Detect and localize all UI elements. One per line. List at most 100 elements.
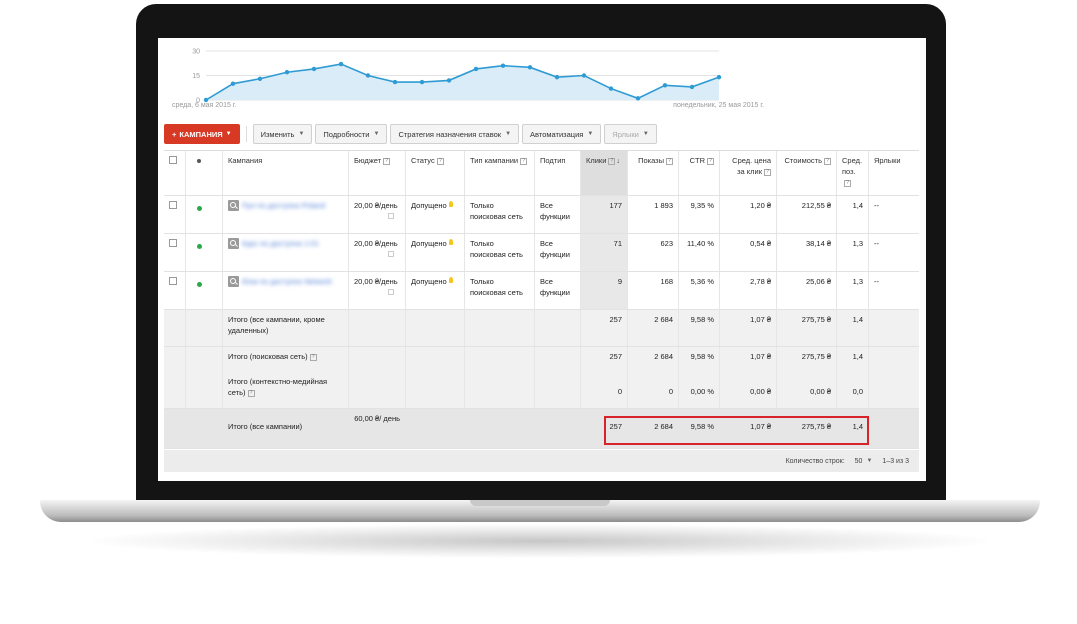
help-icon[interactable]: ? (608, 158, 616, 165)
header-subtype[interactable]: Подтип (535, 151, 581, 195)
performance-chart: 0 15 30 среда, 6 мая 2015 г. понедельник, … (158, 38, 926, 118)
header-campaign-type[interactable]: Тип кампании? (465, 151, 535, 195)
header-labels[interactable]: Ярлыки (869, 151, 919, 195)
avg-pos-cell: 1,3 (837, 234, 869, 271)
table-row[interactable]: Пул по доступно Poland 20,00 ₴/день Допу… (164, 196, 919, 234)
chart-point[interactable] (311, 66, 317, 72)
empty-cell (869, 409, 919, 448)
status-dot-icon (197, 159, 201, 163)
chart-point[interactable] (257, 76, 263, 81)
table-row[interactable]: Юни по доступно Network 20,00 ₴/день Доп… (164, 272, 919, 310)
help-icon[interactable]: ? (707, 158, 714, 165)
total-impressions: 2 684 (628, 310, 679, 346)
chevron-down-icon: ▼ (505, 131, 512, 137)
edit-button[interactable]: Изменить ▼ (252, 124, 313, 144)
table-row[interactable]: Курс по доступно 1:01 20,00 ₴/день Допущ… (164, 234, 919, 272)
new-campaign-button[interactable]: + КАМПАНИЯ ▼ (164, 124, 240, 144)
enabled-dot-icon[interactable] (197, 206, 202, 211)
help-icon[interactable]: ? (309, 354, 317, 361)
row-checkbox[interactable] (169, 201, 177, 209)
bid-strategy-button[interactable]: Стратегия назначения ставок ▼ (390, 124, 520, 144)
help-icon[interactable]: ? (764, 169, 771, 176)
chart-point[interactable] (473, 66, 479, 72)
header-avg-pos[interactable]: Сред. поз.? (837, 151, 869, 195)
header-ctr-label: CTR (689, 156, 705, 165)
header-cost[interactable]: Стоимость? (777, 151, 837, 195)
help-icon[interactable]: ? (383, 158, 391, 165)
budget-value[interactable]: 20,00 ₴/день (354, 277, 398, 286)
laptop-notch (470, 500, 610, 506)
clicks-cell: 177 (581, 196, 628, 233)
chart-point[interactable] (581, 73, 587, 78)
help-icon[interactable]: ? (520, 158, 528, 165)
table-header-row: Кампания Бюджет? Статус? Тип кампании? П… (164, 151, 919, 196)
campaign-link[interactable]: Пул по доступно Poland (242, 200, 325, 211)
rows-per-page-select[interactable]: 50 ▼ (851, 458, 877, 465)
row-checkbox[interactable] (169, 277, 177, 285)
empty-cell (406, 372, 465, 408)
header-status[interactable]: Статус? (406, 151, 465, 195)
chart-point[interactable] (419, 79, 425, 85)
header-ctr[interactable]: CTR? (679, 151, 720, 195)
chart-point[interactable] (716, 74, 722, 80)
details-button[interactable]: Подробности ▼ (315, 124, 388, 144)
enabled-dot-icon[interactable] (197, 282, 202, 287)
select-all-checkbox[interactable] (169, 156, 177, 164)
header-impressions[interactable]: Показы? (628, 151, 679, 195)
enabled-dot-icon[interactable] (197, 244, 202, 249)
header-avg-cpc[interactable]: Сред. цена за клик? (720, 151, 777, 195)
empty-cell (535, 310, 581, 346)
help-icon[interactable]: ? (824, 158, 831, 165)
header-campaign[interactable]: Кампания (223, 151, 349, 195)
labels-cell: -- (874, 239, 879, 248)
chart-point[interactable] (527, 65, 533, 70)
chart-point[interactable] (500, 63, 506, 68)
ctr-cell: 11,40 % (679, 234, 720, 271)
edit-icon[interactable] (388, 213, 394, 219)
budget-value[interactable]: 20,00 ₴/день (354, 201, 398, 210)
automation-button[interactable]: Автоматизация ▼ (522, 124, 602, 144)
chart-point[interactable] (365, 73, 371, 78)
chart-point[interactable] (392, 79, 398, 85)
chart-point[interactable] (635, 96, 641, 101)
select-all-cell (164, 151, 186, 195)
campaign-link[interactable]: Юни по доступно Network (242, 276, 332, 287)
avg-cpc-cell: 0,54 ₴ (720, 234, 777, 271)
labels-button[interactable]: Ярлыки ▼ (604, 124, 657, 144)
help-icon[interactable]: ? (666, 158, 673, 165)
chart-point[interactable] (338, 61, 344, 67)
pagination-range: 1–3 из 3 (882, 457, 909, 465)
empty-cell (186, 310, 223, 346)
labels-cell: -- (874, 201, 879, 210)
help-icon[interactable]: ? (844, 180, 851, 187)
edit-icon[interactable] (388, 289, 394, 295)
chart-point[interactable] (230, 81, 236, 86)
header-subtype-label: Подтип (540, 156, 566, 165)
rows-per-page-value: 50 (854, 457, 863, 465)
chart-point[interactable] (446, 78, 452, 83)
total-impressions: 2 684 (628, 347, 679, 372)
chart-point[interactable] (284, 70, 290, 75)
chart-point[interactable] (662, 83, 668, 88)
chart-point[interactable] (608, 86, 614, 91)
avg-cpc-cell: 1,20 ₴ (720, 196, 777, 233)
row-checkbox[interactable] (169, 239, 177, 247)
edit-icon[interactable] (388, 251, 394, 257)
total-avg-cpc: 1,07 ₴ (720, 310, 777, 346)
total-ctr: 9,58 % (679, 310, 720, 346)
campaign-link[interactable]: Курс по доступно 1:01 (242, 238, 319, 249)
help-icon[interactable]: ? (436, 158, 444, 165)
total-row: Итого (контекстно-медийная сеть)? 0 0 0,… (164, 372, 919, 409)
avg-cpc-cell: 2,78 ₴ (720, 272, 777, 309)
lightbulb-icon[interactable] (448, 277, 453, 283)
chart-point[interactable] (554, 74, 560, 80)
chart-point[interactable] (689, 84, 695, 90)
budget-value[interactable]: 20,00 ₴/день (354, 239, 398, 248)
header-clicks[interactable]: Клики? ↓ (581, 151, 628, 195)
campaign-cell: Юни по доступно Network (223, 272, 349, 309)
help-icon[interactable]: ? (247, 390, 255, 397)
row-status-cell (186, 272, 223, 309)
header-budget[interactable]: Бюджет? (349, 151, 406, 195)
lightbulb-icon[interactable] (448, 239, 453, 245)
lightbulb-icon[interactable] (448, 201, 453, 207)
